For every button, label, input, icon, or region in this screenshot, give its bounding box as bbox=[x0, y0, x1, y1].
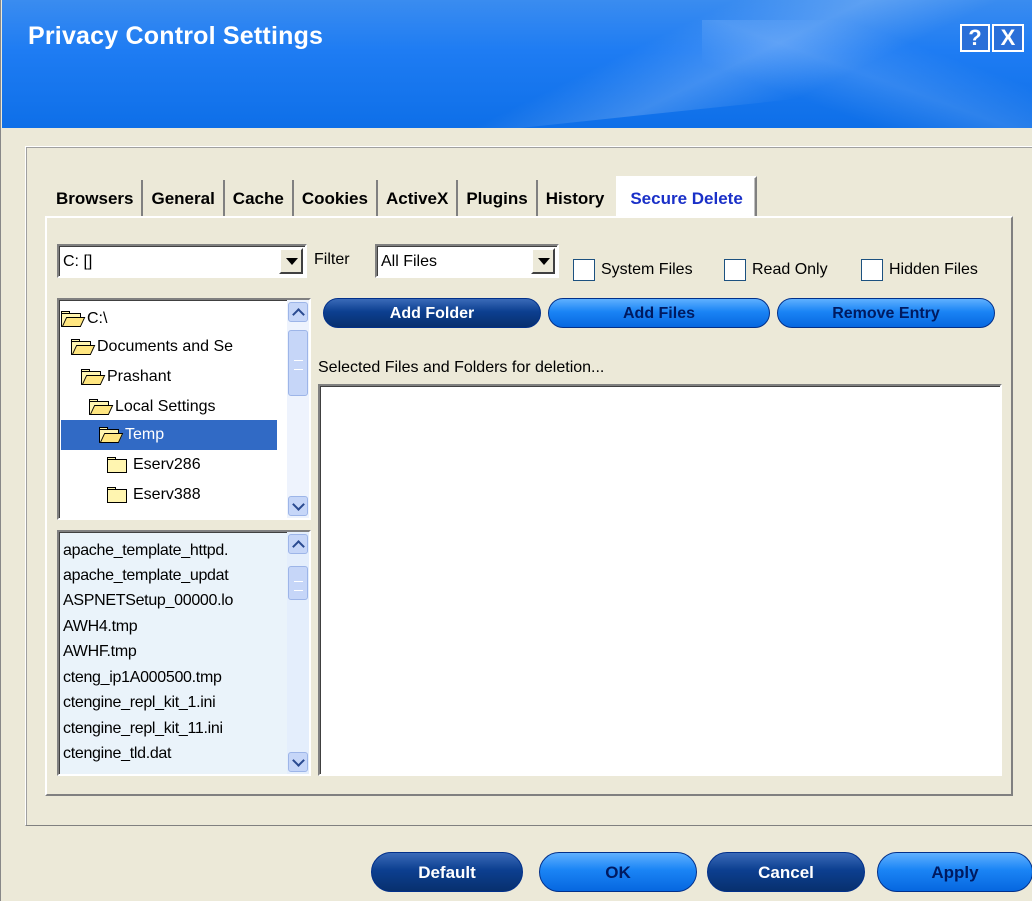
window-title: Privacy Control Settings bbox=[28, 22, 324, 50]
tab-general[interactable]: General bbox=[143, 180, 225, 216]
tab-bar: Browsers General Cache Cookies ActiveX P… bbox=[48, 176, 757, 216]
list-item[interactable]: apache_template_updat bbox=[63, 563, 229, 589]
drive-select[interactable]: C: [] bbox=[57, 244, 307, 278]
hidden-files-label: Hidden Files bbox=[889, 261, 978, 278]
chevron-down-icon[interactable] bbox=[531, 248, 555, 274]
scroll-down-icon[interactable] bbox=[288, 496, 308, 516]
filter-select[interactable]: All Files bbox=[375, 244, 559, 278]
tab-cache[interactable]: Cache bbox=[225, 180, 294, 216]
scroll-down-icon[interactable] bbox=[288, 752, 308, 772]
scroll-up-icon[interactable] bbox=[288, 534, 308, 554]
title-banner: Privacy Control Settings ? X bbox=[2, 0, 1032, 128]
file-list-scrollbar[interactable] bbox=[287, 532, 309, 774]
list-item[interactable]: AWH4.tmp bbox=[63, 614, 138, 640]
system-files-checkbox[interactable]: System Files bbox=[573, 259, 693, 281]
selected-files-label: Selected Files and Folders for deletion.… bbox=[318, 359, 605, 376]
folder-icon bbox=[107, 457, 129, 473]
folder-tree[interactable]: C:\ Documents and Se Prashant Local Sett… bbox=[57, 298, 311, 520]
privacy-control-settings-window: Privacy Control Settings ? X Browsers Ge… bbox=[0, 0, 1032, 901]
tree-item-label: Local Settings bbox=[115, 398, 216, 415]
tree-item-eserv388[interactable]: Eserv388 bbox=[107, 480, 201, 510]
tree-item-local-settings[interactable]: Local Settings bbox=[89, 392, 216, 422]
tree-item-c-drive[interactable]: C:\ bbox=[61, 304, 107, 334]
tree-item-label: C:\ bbox=[87, 310, 108, 327]
tree-item-prashant[interactable]: Prashant bbox=[81, 362, 171, 392]
tab-history[interactable]: History bbox=[538, 180, 613, 216]
tree-item-label: Documents and Se bbox=[97, 338, 234, 355]
tree-item-label: Temp bbox=[125, 426, 165, 443]
tab-secure-delete[interactable]: Secure Delete bbox=[616, 176, 757, 216]
read-only-checkbox[interactable]: Read Only bbox=[724, 259, 828, 281]
open-folder-icon bbox=[71, 339, 96, 355]
tab-activex[interactable]: ActiveX bbox=[378, 180, 459, 216]
tree-item-eserv286[interactable]: Eserv286 bbox=[107, 450, 201, 480]
open-folder-icon bbox=[81, 369, 106, 385]
list-item[interactable]: AWHF.tmp bbox=[63, 639, 137, 665]
read-only-label: Read Only bbox=[752, 261, 828, 278]
tree-item-label: Eserv388 bbox=[133, 486, 201, 503]
cancel-button[interactable]: Cancel bbox=[707, 852, 865, 892]
hidden-files-checkbox[interactable]: Hidden Files bbox=[861, 259, 978, 281]
filter-label: Filter bbox=[314, 251, 350, 268]
close-button[interactable]: X bbox=[992, 24, 1024, 52]
drive-select-value: C: [] bbox=[63, 253, 93, 270]
open-folder-icon bbox=[99, 427, 124, 443]
system-files-label: System Files bbox=[601, 261, 693, 278]
tree-scrollbar[interactable] bbox=[287, 300, 309, 518]
list-item[interactable]: ctengine_repl_kit_1.ini bbox=[63, 690, 216, 716]
open-folder-icon bbox=[89, 399, 114, 415]
list-item[interactable]: ASPNETSetup_00000.lo bbox=[63, 588, 233, 614]
scroll-thumb[interactable] bbox=[288, 330, 308, 396]
help-button[interactable]: ? bbox=[960, 24, 990, 52]
tab-cookies[interactable]: Cookies bbox=[294, 180, 378, 216]
selected-files-list[interactable] bbox=[318, 384, 1002, 776]
chevron-down-icon[interactable] bbox=[279, 248, 303, 274]
add-folder-button[interactable]: Add Folder bbox=[323, 298, 541, 328]
tree-item-label: Eserv286 bbox=[133, 456, 201, 473]
remove-entry-button[interactable]: Remove Entry bbox=[777, 298, 995, 328]
list-item[interactable]: apache_template_httpd. bbox=[63, 538, 228, 564]
tree-item-label: Prashant bbox=[107, 368, 172, 385]
folder-icon bbox=[107, 487, 129, 503]
list-item[interactable]: ctengine_repl_kit_11.ini bbox=[63, 716, 223, 742]
checkbox-box[interactable] bbox=[861, 259, 883, 281]
filter-select-value: All Files bbox=[381, 253, 438, 270]
tree-item-temp[interactable]: Temp bbox=[61, 420, 277, 450]
checkbox-box[interactable] bbox=[573, 259, 595, 281]
open-folder-icon bbox=[61, 311, 86, 327]
list-item[interactable]: ctengine_tld.dat bbox=[63, 741, 171, 767]
list-item[interactable]: cteng_ip1A000500.tmp bbox=[63, 665, 222, 691]
add-files-button[interactable]: Add Files bbox=[548, 298, 770, 328]
file-list[interactable]: apache_template_httpd. apache_template_u… bbox=[57, 530, 311, 776]
tree-item-documents[interactable]: Documents and Se bbox=[71, 332, 233, 362]
scroll-thumb[interactable] bbox=[288, 566, 308, 600]
apply-button[interactable]: Apply bbox=[877, 852, 1032, 892]
tab-plugins[interactable]: Plugins bbox=[458, 180, 538, 216]
tab-browsers[interactable]: Browsers bbox=[48, 180, 144, 216]
checkbox-box[interactable] bbox=[724, 259, 746, 281]
scroll-up-icon[interactable] bbox=[288, 302, 308, 322]
ok-button[interactable]: OK bbox=[539, 852, 697, 892]
default-button[interactable]: Default bbox=[371, 852, 523, 892]
